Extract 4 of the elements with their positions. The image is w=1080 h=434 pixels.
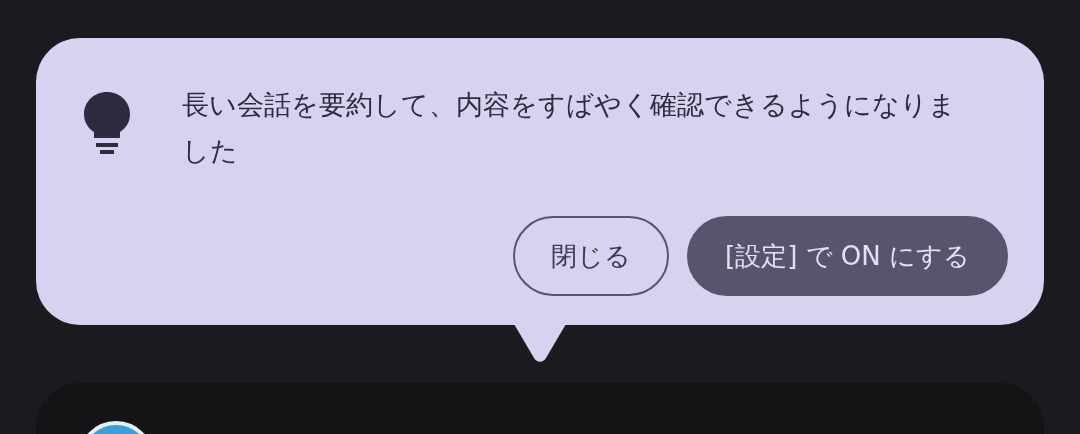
tip-message: 長い会話を要約して、内容をすばやく確認できるようになりました xyxy=(182,88,957,168)
close-button[interactable]: 閉じる xyxy=(513,216,669,296)
lightbulb-icon xyxy=(84,92,130,154)
enable-button[interactable]: [設定] で ON にする xyxy=(687,216,1008,296)
